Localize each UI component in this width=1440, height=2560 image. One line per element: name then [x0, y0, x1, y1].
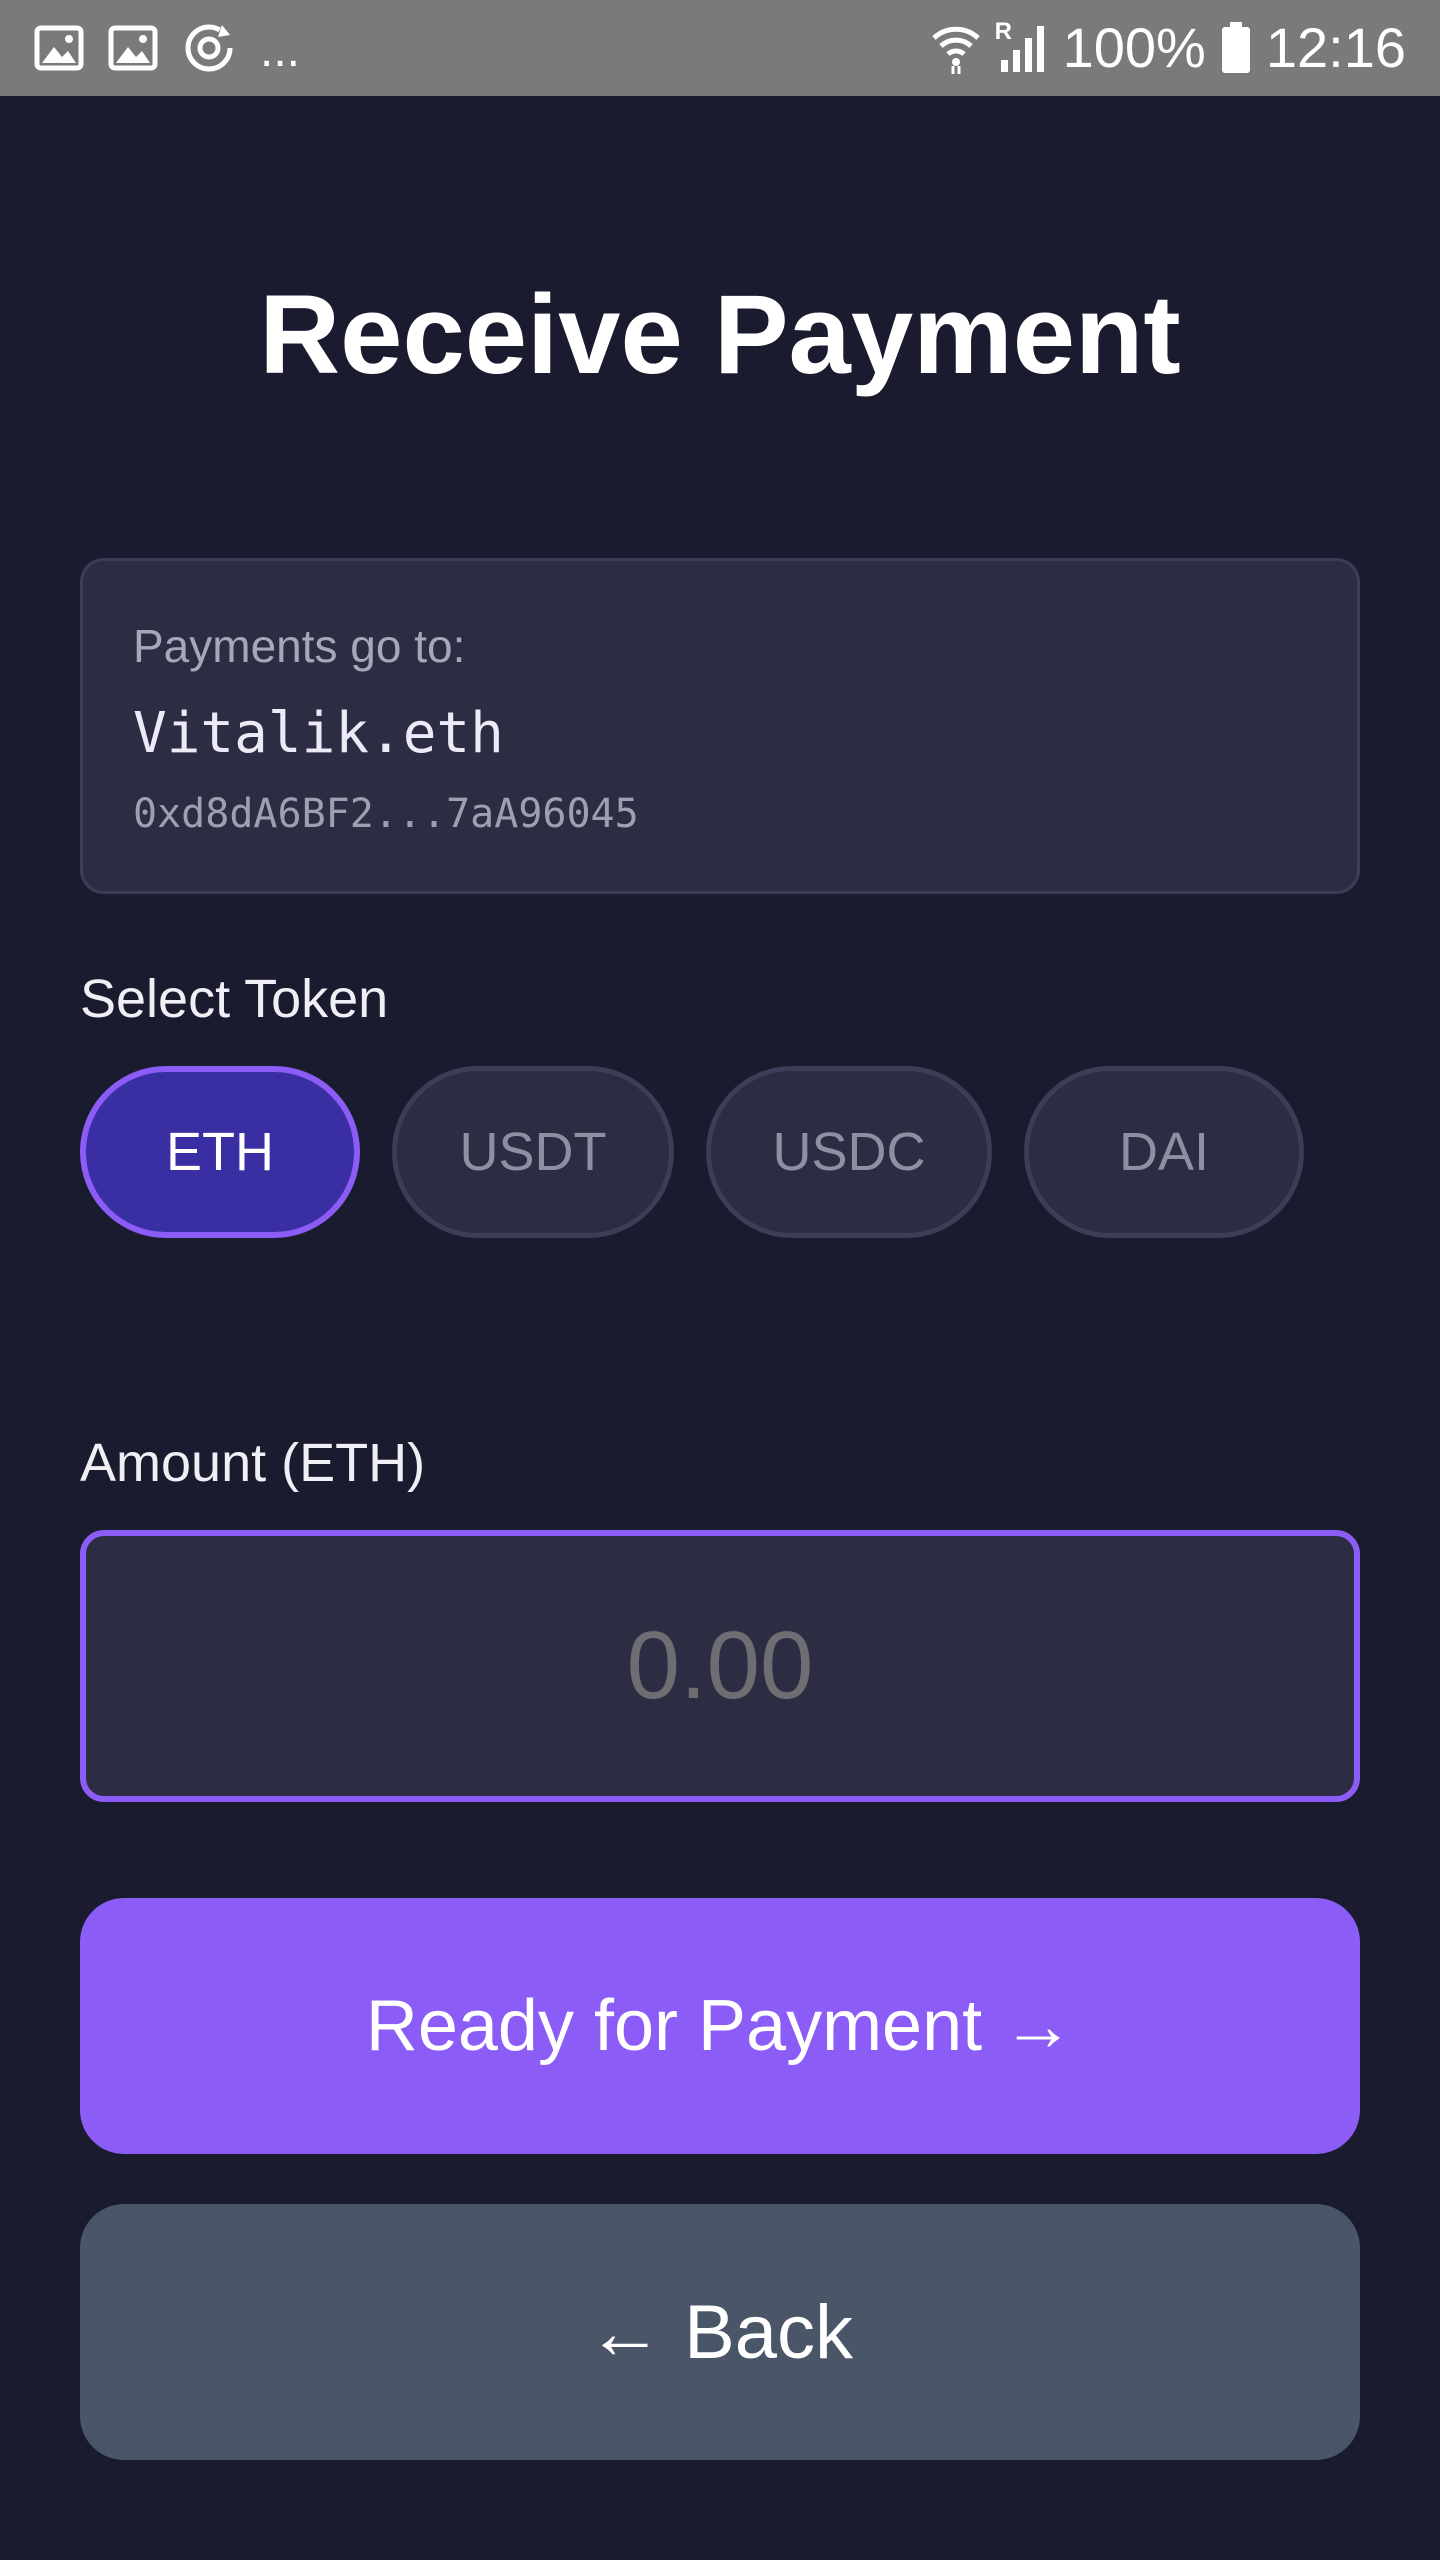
status-bar-left: ... [34, 21, 300, 75]
battery-percent: 100% [1062, 16, 1206, 79]
token-option-usdt[interactable]: USDT [392, 1066, 674, 1238]
amount-input[interactable] [80, 1530, 1360, 1802]
token-option-dai[interactable]: DAI [1024, 1066, 1304, 1238]
overflow-indicator: ... [260, 24, 301, 77]
select-token-label: Select Token [80, 969, 389, 1029]
clock: 12:16 [1265, 16, 1406, 79]
signal-icon: R [995, 18, 1049, 74]
status-bar-right: R 100% 12:16 [931, 16, 1406, 79]
image-icon [108, 25, 158, 71]
amount-label: Amount (ETH) [80, 1433, 426, 1493]
recipient-name: Vitalik.eth [133, 701, 504, 766]
status-bar: ... R 100% 12:16 [0, 0, 1440, 96]
back-button[interactable]: ← Back [80, 2204, 1360, 2460]
wifi-icon [931, 22, 981, 74]
battery-icon [1220, 22, 1252, 74]
roaming-indicator: R [994, 18, 1012, 45]
recipient-address: 0xd8dA6BF2...7aA96045 [133, 791, 639, 837]
page-title: Receive Payment [259, 272, 1181, 397]
recipient-card: Payments go to: Vitalik.eth 0xd8dA6BF2..… [80, 558, 1360, 894]
token-option-usdc[interactable]: USDC [706, 1066, 992, 1238]
recipient-label: Payments go to: [133, 620, 466, 672]
sync-icon [182, 21, 236, 75]
token-option-eth[interactable]: ETH [80, 1066, 360, 1238]
image-icon [34, 25, 84, 71]
ready-for-payment-button[interactable]: Ready for Payment → [80, 1898, 1360, 2154]
